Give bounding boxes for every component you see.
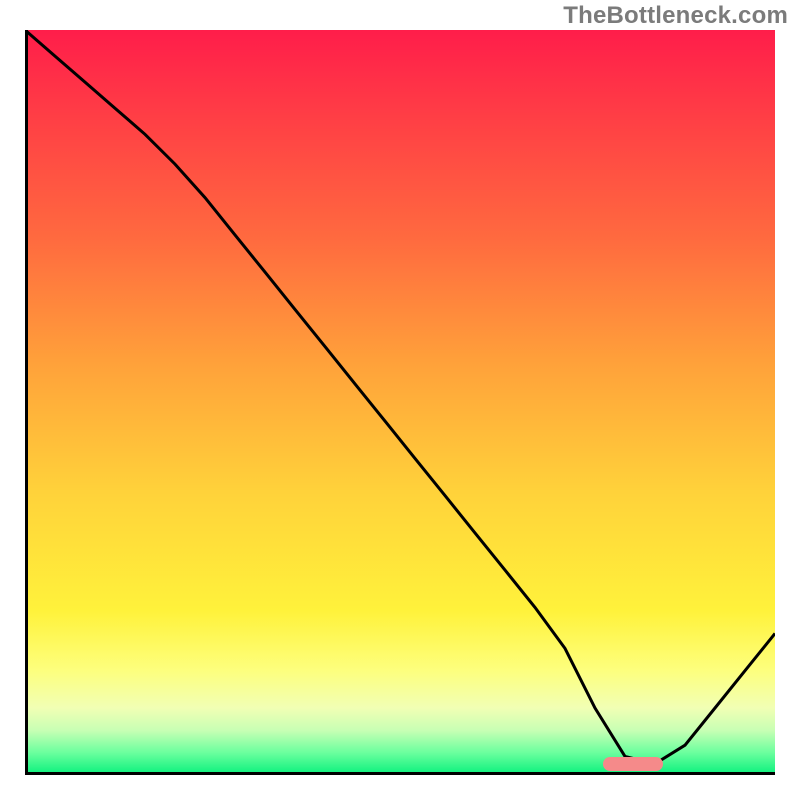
chart-container: TheBottleneck.com: [0, 0, 800, 800]
valley-marker: [603, 757, 663, 771]
gradient-background: [25, 30, 775, 775]
watermark-text: TheBottleneck.com: [563, 2, 788, 30]
plot-area: [25, 30, 775, 775]
